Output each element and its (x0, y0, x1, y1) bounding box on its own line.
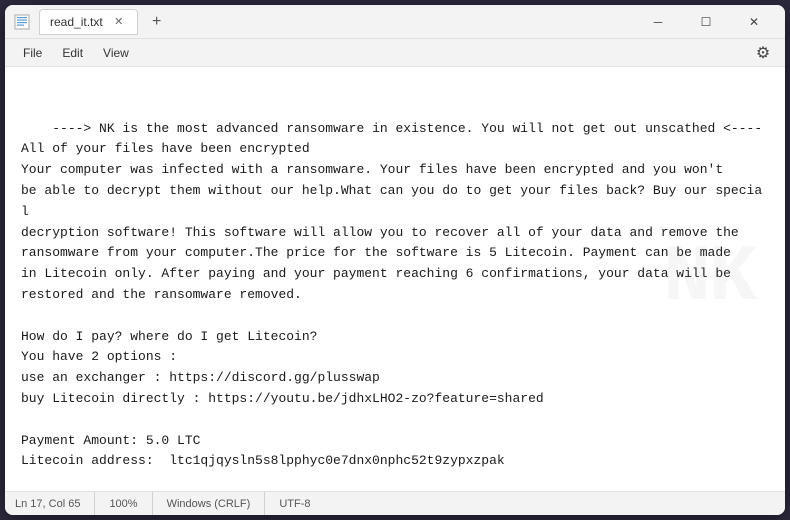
notepad-window: read_it.txt ✕ + ─ ☐ ✕ File Edit View ⚙ N… (5, 5, 785, 515)
menu-view[interactable]: View (93, 42, 139, 64)
tab-label: read_it.txt (50, 15, 103, 29)
maximize-button[interactable]: ☐ (683, 7, 729, 37)
title-bar: read_it.txt ✕ + ─ ☐ ✕ (5, 5, 785, 39)
zoom-level: 100% (95, 492, 152, 515)
tab-close-button[interactable]: ✕ (111, 14, 127, 30)
menu-file[interactable]: File (13, 42, 52, 64)
new-tab-button[interactable]: + (146, 11, 168, 33)
menu-bar: File Edit View ⚙ (5, 39, 785, 67)
cursor-position: Ln 17, Col 65 (15, 492, 95, 515)
window-controls: ─ ☐ ✕ (635, 7, 777, 37)
app-icon (13, 13, 31, 31)
encoding: UTF-8 (265, 492, 324, 515)
menu-edit[interactable]: Edit (52, 42, 93, 64)
minimize-button[interactable]: ─ (635, 7, 681, 37)
line-ending: Windows (CRLF) (153, 492, 266, 515)
status-bar: Ln 17, Col 65 100% Windows (CRLF) UTF-8 (5, 491, 785, 515)
active-tab[interactable]: read_it.txt ✕ (39, 9, 138, 35)
editor-content: ----> NK is the most advanced ransomware… (21, 121, 762, 491)
close-button[interactable]: ✕ (731, 7, 777, 37)
text-editor[interactable]: NK ----> NK is the most advanced ransomw… (5, 67, 785, 491)
settings-icon[interactable]: ⚙ (749, 39, 777, 67)
